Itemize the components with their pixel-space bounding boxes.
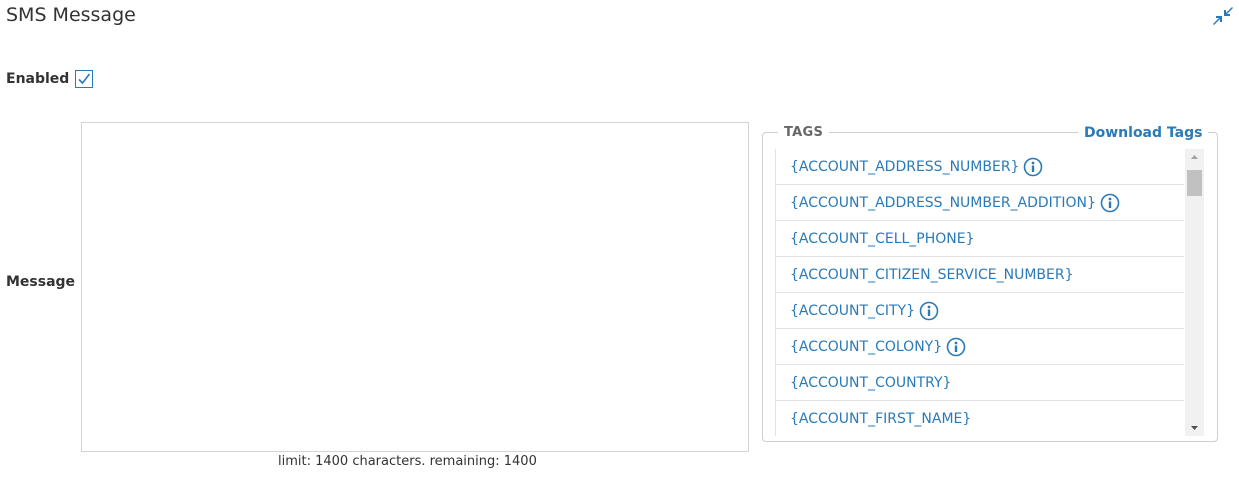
tags-scrollbar[interactable] [1185, 149, 1204, 436]
scroll-up-button[interactable] [1185, 149, 1204, 166]
info-icon[interactable] [1023, 157, 1043, 177]
message-label: Message [6, 274, 76, 290]
enabled-label: Enabled [6, 71, 70, 87]
scroll-down-button[interactable] [1185, 419, 1204, 436]
tag-label: {ACCOUNT_CITY} [790, 302, 915, 319]
tag-item[interactable]: {ACCOUNT_ADDRESS_NUMBER_ADDITION} [776, 185, 1184, 221]
tag-item[interactable]: {ACCOUNT_ADDRESS_NUMBER} [776, 149, 1184, 185]
character-limit-text: limit: 1400 characters. remaining: 1400 [278, 454, 537, 469]
tag-label: {ACCOUNT_COLONY} [790, 338, 943, 355]
message-textarea[interactable] [81, 122, 749, 452]
info-icon[interactable] [919, 301, 939, 321]
tag-item[interactable]: {ACCOUNT_CELL_PHONE} [776, 221, 1184, 257]
tag-label: {ACCOUNT_COUNTRY} [790, 374, 952, 391]
tags-list: {ACCOUNT_ADDRESS_NUMBER} {ACCOUNT_ADDRES… [775, 149, 1184, 436]
info-icon[interactable] [946, 337, 966, 357]
tag-label: {ACCOUNT_CITIZEN_SERVICE_NUMBER} [790, 266, 1074, 283]
tag-item[interactable]: {ACCOUNT_CITY} [776, 293, 1184, 329]
enabled-checkbox[interactable] [75, 70, 93, 88]
tag-item[interactable]: {ACCOUNT_COLONY} [776, 329, 1184, 365]
info-icon[interactable] [1100, 193, 1120, 213]
tag-label: {ACCOUNT_CELL_PHONE} [790, 230, 975, 247]
compress-arrows-icon [1213, 7, 1233, 25]
scroll-thumb[interactable] [1187, 170, 1202, 196]
triangle-down-icon [1191, 426, 1198, 430]
tag-label: {ACCOUNT_ADDRESS_NUMBER} [790, 158, 1020, 175]
download-tags-link[interactable]: Download Tags [1078, 125, 1209, 141]
check-icon [78, 73, 91, 85]
tag-item[interactable]: {ACCOUNT_CITIZEN_SERVICE_NUMBER} [776, 257, 1184, 293]
triangle-up-icon [1191, 155, 1198, 159]
page-title: SMS Message [6, 4, 136, 26]
tag-label: {ACCOUNT_ADDRESS_NUMBER_ADDITION} [790, 194, 1096, 211]
tags-legend: TAGS [778, 125, 830, 140]
tag-item[interactable]: {ACCOUNT_FIRST_NAME} [776, 401, 1184, 436]
tag-label: {ACCOUNT_FIRST_NAME} [790, 410, 972, 427]
collapse-button[interactable] [1212, 5, 1234, 27]
tag-item[interactable]: {ACCOUNT_COUNTRY} [776, 365, 1184, 401]
